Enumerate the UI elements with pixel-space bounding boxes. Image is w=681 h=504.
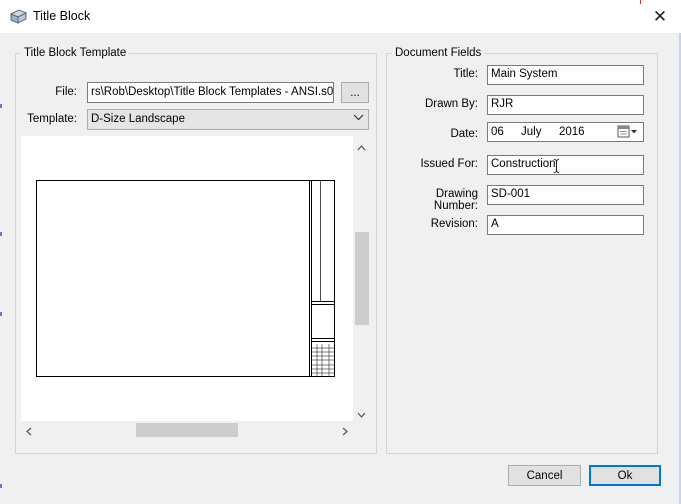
date-picker[interactable]: 06 July 2016	[487, 122, 644, 142]
title-label: Title:	[453, 68, 479, 80]
file-label: File:	[55, 86, 77, 98]
scroll-right-icon[interactable]	[342, 425, 349, 439]
drawn-by-field[interactable]: RJR	[487, 95, 644, 115]
calendar-icon[interactable]	[617, 125, 639, 141]
issued-for-value: Construction	[491, 158, 556, 170]
date-month[interactable]: July	[521, 125, 541, 140]
drawing-number-label: Drawing Number:	[433, 188, 478, 212]
drawing-number-field[interactable]: SD-001	[487, 185, 644, 205]
text-cursor-icon	[553, 158, 560, 174]
window-edge-mark	[0, 232, 2, 236]
date-label: Date:	[450, 128, 479, 140]
ok-button[interactable]: Ok	[589, 465, 661, 486]
window-edge-mark	[640, 0, 641, 4]
preview-vertical-scrollbar[interactable]	[353, 136, 370, 421]
issued-for-field[interactable]: Construction	[487, 155, 644, 175]
date-day[interactable]: 06	[491, 125, 504, 140]
browse-button[interactable]: ...	[341, 82, 369, 103]
scroll-up-icon[interactable]	[357, 140, 366, 154]
vertical-scroll-thumb[interactable]	[355, 232, 369, 325]
window-edge-mark	[0, 312, 2, 316]
scroll-down-icon[interactable]	[357, 408, 366, 422]
close-icon: ✕	[652, 6, 668, 26]
date-year[interactable]: 2016	[559, 125, 585, 140]
cancel-button[interactable]: Cancel	[508, 465, 581, 486]
window-title: Title Block	[33, 9, 91, 23]
title-field[interactable]: Main System	[487, 65, 644, 85]
title-bar: Title Block ✕	[0, 0, 681, 33]
chevron-down-icon	[353, 112, 364, 129]
revision-field[interactable]: A	[487, 215, 644, 235]
template-select[interactable]: D-Size Landscape	[87, 109, 369, 130]
preview-horizontal-scrollbar[interactable]	[21, 421, 353, 438]
file-path-field[interactable]: rs\Rob\Desktop\Title Block Templates - A…	[87, 82, 334, 103]
template-label: Template:	[27, 113, 77, 125]
window-edge-mark	[0, 104, 2, 108]
template-preview	[21, 136, 353, 421]
template-select-value: D-Size Landscape	[91, 113, 185, 125]
title-block-app-icon	[9, 9, 28, 24]
document-fields-group-title: Document Fields	[392, 47, 485, 59]
window-edge-mark	[0, 484, 2, 488]
issued-for-label: Issued For:	[420, 158, 478, 170]
horizontal-scroll-thumb[interactable]	[136, 423, 238, 437]
title-block-drawing	[36, 180, 335, 377]
template-group-title: Title Block Template	[21, 47, 130, 59]
close-button[interactable]: ✕	[644, 1, 676, 32]
scroll-left-icon[interactable]	[25, 425, 32, 439]
revision-label: Revision:	[430, 218, 478, 230]
drawn-by-label: Drawn By:	[424, 98, 478, 110]
